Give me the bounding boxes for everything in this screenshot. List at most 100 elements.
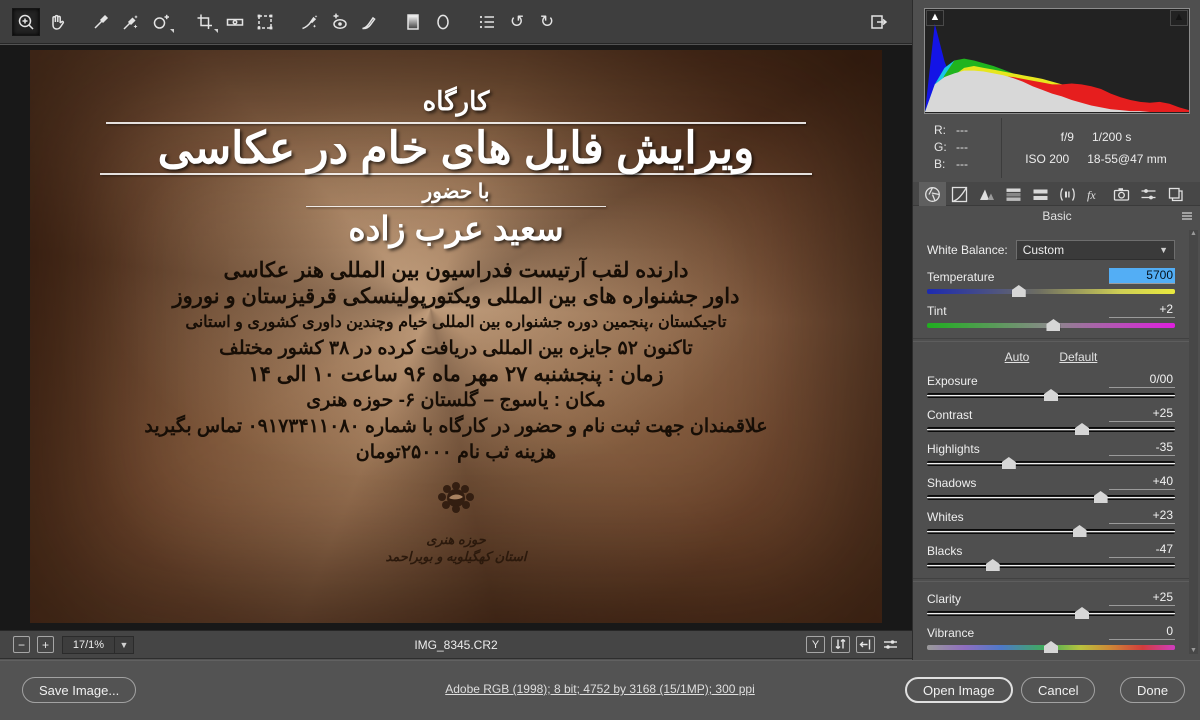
adjustments-panel: ▲ ▲ R:--- G:--- B:--- f/91/200 s ISO 200… — [912, 0, 1200, 660]
slider-value[interactable]: -47 — [1109, 542, 1175, 558]
slider-value[interactable]: +25 — [1109, 406, 1175, 422]
scroll-up-icon[interactable]: ▲ — [1189, 230, 1198, 237]
transform-tool-icon[interactable] — [252, 9, 278, 35]
slider-value[interactable]: 5700 — [1109, 268, 1175, 284]
white-balance-label: White Balance: — [927, 243, 1008, 257]
tab-basic[interactable] — [919, 182, 946, 206]
tab-effects[interactable]: fx — [1081, 182, 1108, 206]
tint-slider[interactable] — [927, 323, 1175, 328]
r-value: --- — [956, 122, 968, 139]
slider-value[interactable]: +2 — [1109, 302, 1175, 318]
tint-slider-row: Tint +2 — [927, 302, 1175, 328]
spot-removal-tool-icon[interactable] — [296, 9, 322, 35]
clarity-slider[interactable] — [927, 611, 1175, 616]
slider-value[interactable]: +25 — [1109, 590, 1175, 606]
zoom-level-select[interactable]: 17/1% ▼ — [62, 636, 134, 654]
b-value: --- — [956, 156, 968, 173]
tab-split-toning[interactable] — [1027, 182, 1054, 206]
color-sampler-tool-icon[interactable] — [118, 9, 144, 35]
preview-controls: Y — [806, 636, 900, 653]
temperature-slider[interactable] — [927, 289, 1175, 294]
hand-tool-icon[interactable] — [44, 9, 70, 35]
open-image-button[interactable]: Open Image — [905, 677, 1013, 703]
g-value: --- — [956, 139, 968, 156]
auto-default-row: Auto Default — [927, 350, 1175, 364]
slider-thumb[interactable] — [1075, 607, 1089, 619]
shadows-slider[interactable] — [927, 495, 1175, 500]
red-eye-tool-icon[interactable] — [326, 9, 352, 35]
tab-hsl-grayscale[interactable] — [1000, 182, 1027, 206]
done-button[interactable]: Done — [1120, 677, 1185, 703]
slider-thumb[interactable] — [1044, 389, 1058, 401]
tab-tone-curve[interactable] — [946, 182, 973, 206]
swap-before-after-button[interactable] — [831, 636, 850, 653]
zoom-out-button[interactable]: − — [13, 636, 30, 653]
panel-menu-icon[interactable] — [1181, 211, 1193, 222]
tab-lens-corrections[interactable] — [1054, 182, 1081, 206]
slider-thumb[interactable] — [1012, 285, 1026, 297]
whites-slider[interactable] — [927, 529, 1175, 534]
slider-thumb[interactable] — [1046, 319, 1060, 331]
scroll-down-icon[interactable]: ▼ — [1189, 647, 1198, 654]
slider-value[interactable]: 0 — [1109, 624, 1175, 640]
slider-thumb[interactable] — [1002, 457, 1016, 469]
default-link[interactable]: Default — [1059, 350, 1097, 364]
slider-label: Temperature — [927, 270, 994, 284]
contrast-slider[interactable] — [927, 427, 1175, 432]
rotate-right-icon[interactable]: ↻ — [534, 9, 560, 35]
crop-tool-icon[interactable] — [192, 9, 218, 35]
adjustment-brush-icon[interactable] — [356, 9, 382, 35]
auto-link[interactable]: Auto — [1005, 350, 1030, 364]
panel-tabs: fx — [913, 182, 1200, 206]
vibrance-slider[interactable] — [927, 645, 1175, 650]
slider-value[interactable]: +40 — [1109, 474, 1175, 490]
slider-value[interactable]: 0/00 — [1109, 372, 1175, 388]
toggle-fullscreen-icon[interactable] — [866, 9, 892, 35]
white-balance-tool-icon[interactable] — [88, 9, 114, 35]
copy-settings-button[interactable] — [856, 636, 875, 653]
panel-scrollbar[interactable]: ▲ ▼ — [1189, 230, 1198, 654]
blacks-slider[interactable] — [927, 563, 1175, 568]
preview-preferences-icon[interactable] — [881, 636, 900, 653]
highlights-slider[interactable] — [927, 461, 1175, 466]
tab-presets[interactable] — [1135, 182, 1162, 206]
zoom-tool-icon[interactable] — [12, 8, 40, 36]
histogram: ▲ ▲ — [924, 8, 1190, 114]
highlight-clipping-warning-icon[interactable]: ▲ — [1170, 10, 1188, 26]
tab-snapshots[interactable] — [1162, 182, 1189, 206]
shadows-slider-row: Shadows+40 — [927, 474, 1175, 500]
white-balance-select[interactable]: Custom ▼ — [1016, 240, 1175, 260]
targeted-adjustment-tool-icon[interactable] — [148, 9, 174, 35]
cancel-button[interactable]: Cancel — [1021, 677, 1095, 703]
radial-filter-icon[interactable] — [430, 9, 456, 35]
slider-label: Whites — [927, 510, 964, 524]
save-image-button[interactable]: Save Image... — [22, 677, 136, 703]
before-after-toggle-button[interactable]: Y — [806, 636, 825, 653]
tab-detail[interactable] — [973, 182, 1000, 206]
divider — [913, 578, 1189, 582]
slider-thumb[interactable] — [986, 559, 1000, 571]
slider-value[interactable]: +23 — [1109, 508, 1175, 524]
straighten-tool-icon[interactable] — [222, 9, 248, 35]
graduated-filter-icon[interactable] — [400, 9, 426, 35]
slider-thumb[interactable] — [1075, 423, 1089, 435]
slider-thumb[interactable] — [1073, 525, 1087, 537]
preferences-icon[interactable] — [474, 9, 500, 35]
highlights-slider-row: Highlights-35 — [927, 440, 1175, 466]
rotate-left-icon[interactable]: ↺ — [504, 9, 530, 35]
slider-thumb[interactable] — [1044, 641, 1058, 653]
white-balance-value: Custom — [1023, 243, 1159, 257]
tab-camera-calibration[interactable] — [1108, 182, 1135, 206]
iso-value: ISO 200 — [1025, 152, 1069, 166]
camera-raw-window: ↺ ↻ کارگاه ویرایش فایل های خام در عکاسی … — [0, 0, 1200, 720]
poster-presenter: سعید عرب زاده — [30, 209, 882, 248]
slider-value[interactable]: -35 — [1109, 440, 1175, 456]
shadow-clipping-warning-icon[interactable]: ▲ — [926, 10, 944, 26]
workflow-options-link[interactable]: Adobe RGB (1998); 8 bit; 4752 by 3168 (1… — [445, 682, 755, 696]
zoom-in-button[interactable]: + — [37, 636, 54, 653]
preview-image[interactable]: کارگاه ویرایش فایل های خام در عکاسی با ح… — [30, 50, 882, 623]
blacks-slider-row: Blacks-47 — [927, 542, 1175, 568]
slider-thumb[interactable] — [1094, 491, 1108, 503]
exposure-slider[interactable] — [927, 393, 1175, 398]
slider-label: Tint — [927, 304, 947, 318]
